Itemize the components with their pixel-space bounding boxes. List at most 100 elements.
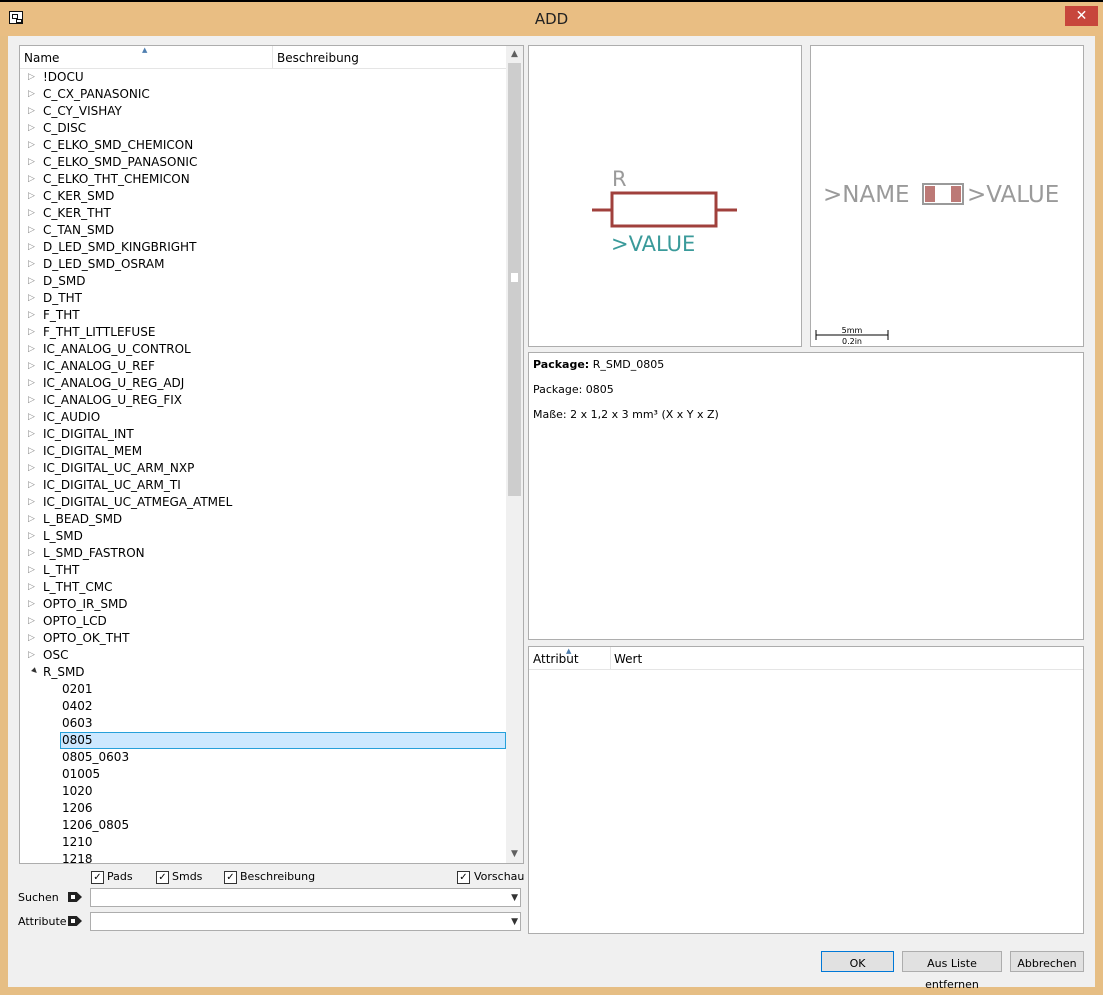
library-item[interactable]: ▷ L_SMD xyxy=(20,528,506,545)
tag-icon[interactable] xyxy=(68,892,82,902)
collapsed-triangle-icon[interactable]: ▷ xyxy=(28,596,38,613)
scroll-up-icon[interactable]: ▲ xyxy=(506,46,523,63)
library-item[interactable]: ▷ C_CY_VISHAY xyxy=(20,103,506,120)
collapsed-triangle-icon[interactable]: ▷ xyxy=(28,290,38,307)
collapsed-triangle-icon[interactable]: ▷ xyxy=(28,137,38,154)
library-item[interactable]: ▷ OPTO_OK_THT xyxy=(20,630,506,647)
column-divider[interactable] xyxy=(610,647,611,669)
search-combobox[interactable]: ▼ xyxy=(90,888,521,907)
package-item[interactable]: 1206 xyxy=(20,800,506,817)
library-item[interactable]: ▷ D_LED_SMD_OSRAM xyxy=(20,256,506,273)
collapsed-triangle-icon[interactable]: ▷ xyxy=(28,307,38,324)
library-item[interactable]: ▷ C_ELKO_SMD_CHEMICON xyxy=(20,137,506,154)
library-item[interactable]: ▷ F_THT_LITTLEFUSE xyxy=(20,324,506,341)
collapsed-triangle-icon[interactable]: ▷ xyxy=(28,324,38,341)
library-item-expanded[interactable]: ▲ R_SMD xyxy=(20,664,506,681)
collapsed-triangle-icon[interactable]: ▷ xyxy=(28,409,38,426)
library-item[interactable]: ▷ OSC xyxy=(20,647,506,664)
cancel-button[interactable]: Abbrechen xyxy=(1010,951,1084,972)
collapsed-triangle-icon[interactable]: ▷ xyxy=(28,256,38,273)
library-item[interactable]: ▷ D_THT xyxy=(20,290,506,307)
package-item[interactable]: 0201 xyxy=(20,681,506,698)
collapsed-triangle-icon[interactable]: ▷ xyxy=(28,120,38,137)
ok-button[interactable]: OK xyxy=(821,951,894,972)
scroll-down-icon[interactable]: ▼ xyxy=(506,846,523,863)
remove-from-list-button[interactable]: Aus Liste entfernen xyxy=(902,951,1002,991)
collapsed-triangle-icon[interactable]: ▷ xyxy=(28,222,38,239)
library-item[interactable]: ▷ OPTO_IR_SMD xyxy=(20,596,506,613)
package-item[interactable]: 1210 xyxy=(20,834,506,851)
package-item[interactable]: 0805_0603 xyxy=(20,749,506,766)
library-item[interactable]: ▷ C_DISC xyxy=(20,120,506,137)
library-item[interactable]: ▷ C_CX_PANASONIC xyxy=(20,86,506,103)
library-item[interactable]: ▷ IC_AUDIO xyxy=(20,409,506,426)
library-tree[interactable]: Name ▲ Beschreibung ▷ !DOCU ▷ C_CX_PANASONI… xyxy=(19,45,524,864)
description-checkbox[interactable]: ✓ xyxy=(224,871,237,884)
collapsed-triangle-icon[interactable]: ▷ xyxy=(28,188,38,205)
library-item[interactable]: ▷ F_THT xyxy=(20,307,506,324)
library-item[interactable]: ▷ IC_ANALOG_U_CONTROL xyxy=(20,341,506,358)
library-item[interactable]: ▷ IC_ANALOG_U_REG_FIX xyxy=(20,392,506,409)
collapsed-triangle-icon[interactable]: ▷ xyxy=(28,426,38,443)
collapsed-triangle-icon[interactable]: ▷ xyxy=(28,477,38,494)
collapsed-triangle-icon[interactable]: ▷ xyxy=(28,171,38,188)
library-item[interactable]: ▷ IC_DIGITAL_UC_ARM_NXP xyxy=(20,460,506,477)
library-item[interactable]: ▷ L_THT_CMC xyxy=(20,579,506,596)
collapsed-triangle-icon[interactable]: ▷ xyxy=(28,341,38,358)
column-header-attribute[interactable]: Attribut xyxy=(533,647,579,669)
package-item[interactable]: 0603 xyxy=(20,715,506,732)
tree-scrollbar[interactable]: ▲ ▼ xyxy=(506,46,523,863)
library-item[interactable]: ▷ L_BEAD_SMD xyxy=(20,511,506,528)
collapsed-triangle-icon[interactable]: ▷ xyxy=(28,460,38,477)
library-item[interactable]: ▷ C_KER_THT xyxy=(20,205,506,222)
close-button[interactable]: ✕ xyxy=(1065,6,1098,26)
library-item[interactable]: ▷ L_THT xyxy=(20,562,506,579)
library-item[interactable]: ▷ IC_DIGITAL_MEM xyxy=(20,443,506,460)
library-item[interactable]: ▷ D_LED_SMD_KINGBRIGHT xyxy=(20,239,506,256)
collapsed-triangle-icon[interactable]: ▷ xyxy=(28,494,38,511)
library-item[interactable]: ▷ OPTO_LCD xyxy=(20,613,506,630)
chevron-down-icon[interactable]: ▼ xyxy=(511,889,518,907)
package-item[interactable]: 01005 xyxy=(20,766,506,783)
package-item[interactable]: 1206_0805 xyxy=(20,817,506,834)
package-item[interactable]: 1020 xyxy=(20,783,506,800)
chevron-down-icon[interactable]: ▼ xyxy=(511,913,518,931)
collapsed-triangle-icon[interactable]: ▷ xyxy=(28,562,38,579)
column-header-description[interactable]: Beschreibung xyxy=(277,46,359,68)
collapsed-triangle-icon[interactable]: ▷ xyxy=(28,579,38,596)
library-item[interactable]: ▷ IC_DIGITAL_INT xyxy=(20,426,506,443)
tag-icon[interactable] xyxy=(68,916,82,926)
package-item[interactable]: 0402 xyxy=(20,698,506,715)
package-item-selected[interactable]: 0805 xyxy=(20,732,506,749)
collapsed-triangle-icon[interactable]: ▷ xyxy=(28,613,38,630)
library-item[interactable]: ▷ !DOCU xyxy=(20,69,506,86)
column-divider[interactable] xyxy=(272,46,273,68)
column-header-name[interactable]: Name xyxy=(24,46,59,68)
expanded-triangle-icon[interactable]: ▲ xyxy=(23,663,42,682)
collapsed-triangle-icon[interactable]: ▷ xyxy=(28,239,38,256)
collapsed-triangle-icon[interactable]: ▷ xyxy=(28,511,38,528)
collapsed-triangle-icon[interactable]: ▷ xyxy=(28,273,38,290)
library-item[interactable]: ▷ IC_DIGITAL_UC_ATMEGA_ATMEL xyxy=(20,494,506,511)
pads-checkbox[interactable]: ✓ xyxy=(91,871,104,884)
collapsed-triangle-icon[interactable]: ▷ xyxy=(28,375,38,392)
library-item[interactable]: ▷ D_SMD xyxy=(20,273,506,290)
smds-checkbox[interactable]: ✓ xyxy=(156,871,169,884)
library-item[interactable]: ▷ IC_ANALOG_U_REF xyxy=(20,358,506,375)
collapsed-triangle-icon[interactable]: ▷ xyxy=(28,630,38,647)
scroll-thumb[interactable] xyxy=(508,63,521,496)
collapsed-triangle-icon[interactable]: ▷ xyxy=(28,69,38,86)
library-item[interactable]: ▷ C_ELKO_THT_CHEMICON xyxy=(20,171,506,188)
collapsed-triangle-icon[interactable]: ▷ xyxy=(28,154,38,171)
collapsed-triangle-icon[interactable]: ▷ xyxy=(28,443,38,460)
library-item[interactable]: ▷ C_KER_SMD xyxy=(20,188,506,205)
column-header-value[interactable]: Wert xyxy=(614,647,642,669)
library-item[interactable]: ▷ IC_DIGITAL_UC_ARM_TI xyxy=(20,477,506,494)
collapsed-triangle-icon[interactable]: ▷ xyxy=(28,103,38,120)
library-item[interactable]: ▷ C_TAN_SMD xyxy=(20,222,506,239)
collapsed-triangle-icon[interactable]: ▷ xyxy=(28,358,38,375)
collapsed-triangle-icon[interactable]: ▷ xyxy=(28,528,38,545)
package-item[interactable]: 1218 xyxy=(20,851,506,863)
library-item[interactable]: ▷ L_SMD_FASTRON xyxy=(20,545,506,562)
collapsed-triangle-icon[interactable]: ▷ xyxy=(28,647,38,664)
